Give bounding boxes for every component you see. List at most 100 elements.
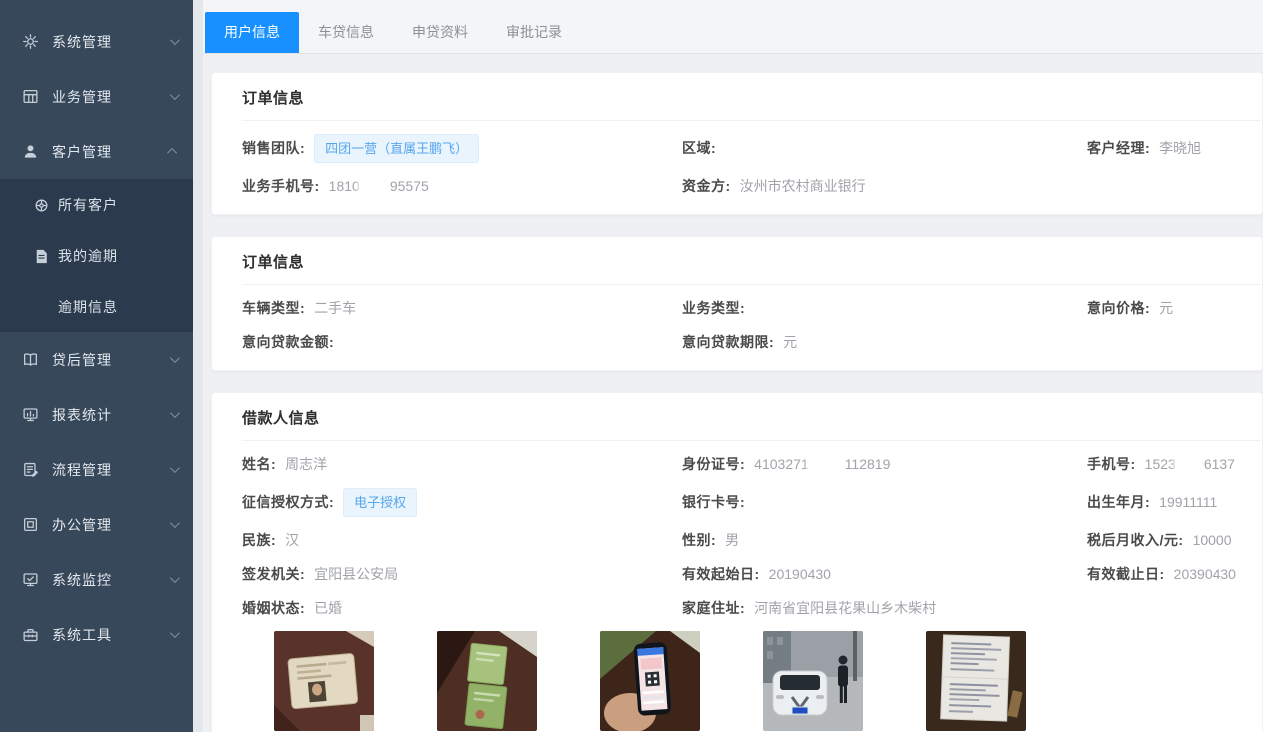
gear-icon	[22, 33, 39, 50]
field-valid-from: 有效起始日: 20190430	[682, 564, 1087, 585]
credit-auth-tag[interactable]: 电子授权	[343, 488, 417, 517]
sidebar-item-my-overdue[interactable]: 我的逾期	[0, 230, 193, 281]
chevron-down-icon	[170, 628, 180, 638]
sidebar-item-label: 逾期信息	[58, 297, 118, 317]
photo-car-person[interactable]: 人车合影	[763, 631, 863, 732]
field-marital-status: 婚姻状态: 已婚	[242, 598, 682, 619]
chevron-up-icon	[167, 148, 177, 158]
book-icon	[22, 351, 39, 368]
order-info-card-2: 订单信息 车辆类型: 二手车 业务类型: 意向价格: 元	[211, 236, 1263, 371]
order-info-card-1: 订单信息 销售团队: 四团一营（直属王鹏飞） 区域: 客户经理: 李晓旭	[211, 72, 1263, 215]
chevron-down-icon	[170, 463, 180, 473]
sidebar-item-label: 贷后管理	[52, 350, 112, 370]
user-icon	[22, 143, 39, 160]
field-business-type: 业务类型:	[682, 298, 1087, 319]
wheel-icon	[33, 197, 48, 212]
field-mobile-phone: 手机号: 15236137	[1087, 454, 1262, 475]
toolbox-icon	[22, 626, 39, 643]
redaction-blur	[1177, 459, 1203, 472]
field-issuing-authority: 签发机关: 宜阳县公安局	[242, 564, 682, 585]
sidebar-item-label: 报表统计	[52, 405, 112, 425]
sidebar-item-office-mgmt[interactable]: 办公管理	[0, 497, 193, 552]
document-photo-list: 身份证	[274, 631, 1262, 732]
monitor-icon	[22, 571, 39, 588]
id-card-photo	[274, 631, 374, 731]
phone-qr-photo	[600, 631, 700, 731]
chart-monitor-icon	[22, 406, 39, 423]
card-title: 订单信息	[242, 87, 1261, 121]
field-vehicle-type: 车辆类型: 二手车	[242, 298, 682, 319]
grid-icon	[22, 88, 39, 105]
tab-car-loan-info[interactable]: 车贷信息	[299, 12, 393, 53]
workflow-icon	[22, 461, 39, 478]
field-intended-loan-amount: 意向贷款金额:	[242, 332, 682, 353]
chevron-down-icon	[170, 408, 180, 418]
photo-id-card[interactable]: 身份证	[274, 631, 374, 732]
field-name: 姓名: 周志洋	[242, 454, 682, 475]
sidebar-item-label: 系统监控	[52, 570, 112, 590]
customer-mgmt-submenu: 所有客户 我的逾期 逾期信息	[0, 179, 193, 332]
tab-approval-records[interactable]: 审批记录	[487, 12, 581, 53]
sidebar-item-report-stats[interactable]: 报表统计	[0, 387, 193, 442]
field-home-address: 家庭住址: 河南省宜阳县花果山乡木柴村	[682, 598, 1087, 619]
field-region: 区域:	[682, 134, 1087, 163]
field-monthly-income: 税后月收入/元: 10000	[1087, 530, 1262, 551]
chevron-down-icon	[170, 90, 180, 100]
archive-icon	[22, 516, 39, 533]
photo-paper-document[interactable]: 其他材料	[926, 631, 1026, 732]
field-funder: 资金方: 汝州市农村商业银行	[682, 176, 1087, 197]
car-person-photo	[763, 631, 863, 731]
document-icon	[33, 248, 48, 263]
sidebar-item-customer-mgmt[interactable]: 客户管理	[0, 124, 193, 179]
chevron-down-icon	[170, 518, 180, 528]
redaction-blur	[810, 459, 844, 472]
main-area: 用户信息 车贷信息 申贷资料 审批记录 订单信息 销售团队: 四团一营（直属王鹏…	[203, 0, 1263, 732]
sidebar-item-workflow-mgmt[interactable]: 流程管理	[0, 442, 193, 497]
field-business-phone: 业务手机号: 181095575	[242, 176, 682, 197]
photo-license-booklet[interactable]: 驾驶证附件	[437, 631, 537, 732]
field-intended-price: 意向价格: 元	[1087, 298, 1262, 319]
tab-content: 订单信息 销售团队: 四团一营（直属王鹏飞） 区域: 客户经理: 李晓旭	[203, 54, 1263, 732]
detail-tabbar: 用户信息 车贷信息 申贷资料 审批记录	[203, 0, 1263, 54]
tab-loan-application-docs[interactable]: 申贷资料	[393, 12, 487, 53]
sidebar-item-label: 系统管理	[52, 32, 112, 52]
sales-team-tag[interactable]: 四团一营（直属王鹏飞）	[314, 134, 479, 163]
field-bank-card: 银行卡号:	[682, 488, 1087, 517]
field-sales-team: 销售团队: 四团一营（直属王鹏飞）	[242, 134, 682, 163]
tab-user-info[interactable]: 用户信息	[205, 12, 299, 53]
field-gender: 性别: 男	[682, 530, 1087, 551]
license-booklet-photo	[437, 631, 537, 731]
sidebar-item-business-mgmt[interactable]: 业务管理	[0, 69, 193, 124]
field-valid-to: 有效截止日: 20390430	[1087, 564, 1262, 585]
photo-phone-qr[interactable]: 征信授权	[600, 631, 700, 732]
sidebar-item-label: 系统工具	[52, 625, 112, 645]
paper-document-photo	[926, 631, 1026, 731]
sidebar-item-label: 我的逾期	[58, 246, 118, 266]
chevron-down-icon	[170, 573, 180, 583]
field-credit-auth-method: 征信授权方式: 电子授权	[242, 488, 682, 517]
field-birth-date: 出生年月: 19911111	[1087, 488, 1262, 517]
sidebar-item-label: 客户管理	[52, 142, 112, 162]
sidebar-item-overdue-info[interactable]: 逾期信息	[0, 281, 193, 332]
field-ethnicity: 民族: 汉	[242, 530, 682, 551]
app-window: 系统管理 业务管理 客户管理 所有客户 我的逾期 逾期信息	[0, 0, 1263, 732]
sidebar-item-label: 办公管理	[52, 515, 112, 535]
sidebar-item-all-customers[interactable]: 所有客户	[0, 179, 193, 230]
sidebar-item-system-monitor[interactable]: 系统监控	[0, 552, 193, 607]
borrower-info-card: 借款人信息 姓名: 周志洋 身份证号: 4103271112819 手机号: 1…	[211, 392, 1263, 732]
card-title: 订单信息	[242, 251, 1261, 285]
redaction-blur	[361, 181, 389, 194]
card-title: 借款人信息	[242, 407, 1261, 441]
sidebar-item-label: 流程管理	[52, 460, 112, 480]
sidebar-item-system-tools[interactable]: 系统工具	[0, 607, 193, 662]
field-id-number: 身份证号: 4103271112819	[682, 454, 1087, 475]
sidebar-item-system-mgmt[interactable]: 系统管理	[0, 14, 193, 69]
sidebar-item-label: 所有客户	[58, 195, 118, 215]
sidebar: 系统管理 业务管理 客户管理 所有客户 我的逾期 逾期信息	[0, 0, 193, 732]
sidebar-item-postloan-mgmt[interactable]: 贷后管理	[0, 332, 193, 387]
sidebar-scrollbar[interactable]	[193, 0, 203, 732]
chevron-down-icon	[170, 35, 180, 45]
chevron-down-icon	[170, 353, 180, 363]
field-account-manager: 客户经理: 李晓旭	[1087, 134, 1262, 163]
sidebar-item-label: 业务管理	[52, 87, 112, 107]
